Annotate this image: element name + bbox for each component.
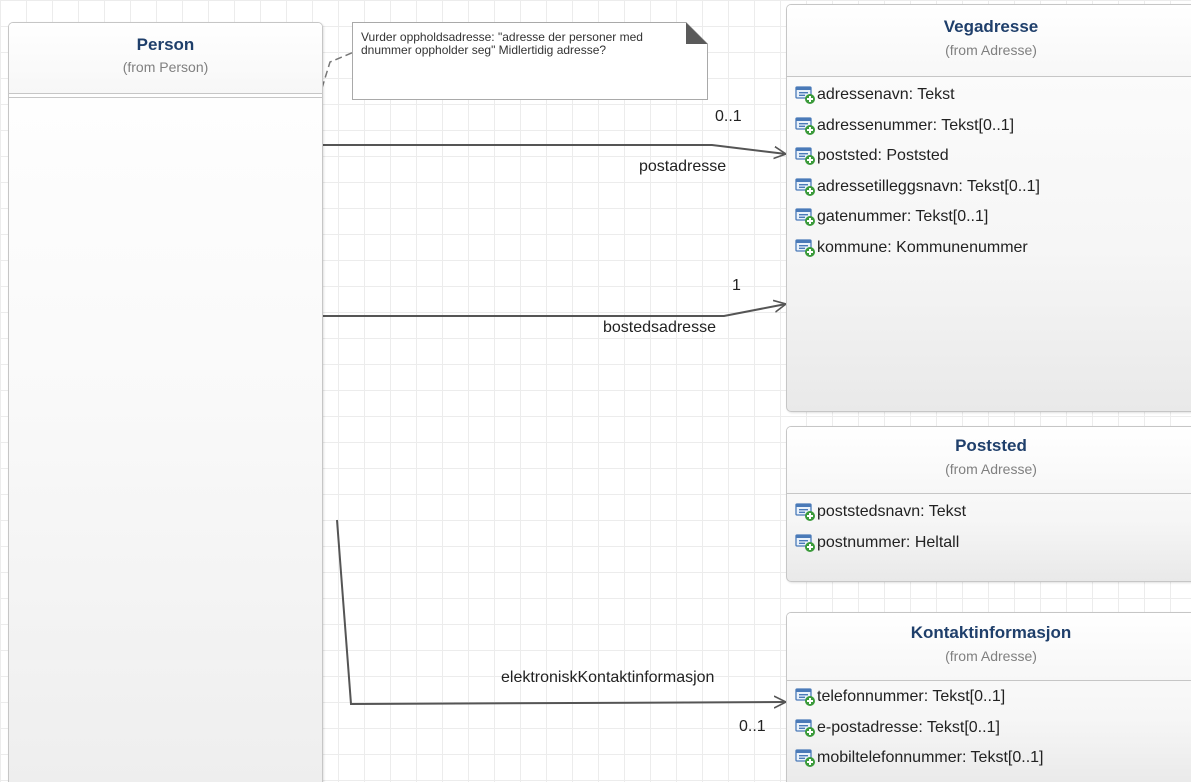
note-anchor-line	[321, 51, 355, 89]
attribute-text: kommune: Kommunenummer	[817, 238, 1028, 256]
attribute-public-icon	[795, 177, 816, 197]
bostedsadresse-multiplicity: 1	[732, 277, 741, 294]
kontaktinformasjon-class-name: Kontaktinformasjon	[910, 623, 1072, 642]
kontaktinformasjon-attribute-list: telefonnummer: Tekst[0..1] e-postadresse…	[787, 680, 1191, 774]
postadresse-association-line[interactable]	[320, 144, 786, 154]
vegadresse-attribute[interactable]: adressenummer: Tekst[0..1]	[787, 111, 1191, 142]
attribute-public-icon	[795, 533, 816, 553]
postadresse-multiplicity: 0..1	[715, 108, 742, 125]
poststed-class-package: (from Adresse)	[945, 461, 1037, 477]
attribute-text: adressenavn: Tekst	[817, 86, 955, 104]
attribute-text: adressenummer: Tekst[0..1]	[817, 116, 1015, 134]
vegadresse-attribute[interactable]: kommune: Kommunenummer	[787, 233, 1191, 264]
attribute-text: poststedsnavn: Tekst	[817, 503, 967, 521]
attribute-text: gatenummer: Tekst[0..1]	[817, 208, 989, 226]
person-attribute-compartment-divider	[9, 93, 322, 98]
attribute-public-icon	[795, 502, 816, 522]
vegadresse-attribute[interactable]: poststed: Poststed	[787, 141, 1191, 172]
kontaktinformasjon-class-box[interactable]: Kontaktinformasjon (from Adresse) telefo…	[786, 612, 1191, 782]
vegadresse-attribute[interactable]: adressetilleggsnavn: Tekst[0..1]	[787, 172, 1191, 203]
person-class-box[interactable]: Person (from Person)	[8, 22, 323, 782]
person-class-package: (from Person)	[122, 59, 209, 75]
vegadresse-class-package: (from Adresse)	[945, 42, 1037, 58]
attribute-text: telefonnummer: Tekst[0..1]	[817, 688, 1006, 706]
attribute-text: e-postadresse: Tekst[0..1]	[817, 718, 1000, 736]
attribute-text: mobiltelefonnummer: Tekst[0..1]	[817, 749, 1044, 767]
attribute-text: postnummer: Heltall	[817, 533, 960, 551]
kontaktinformasjon-class-header: Kontaktinformasjon (from Adresse)	[787, 613, 1191, 680]
kontakt-multiplicity: 0..1	[739, 718, 766, 735]
note-text: Vurder oppholdsadresse: "adresse der per…	[361, 30, 643, 57]
attribute-public-icon	[795, 207, 816, 227]
kontaktinformasjon-attribute[interactable]: telefonnummer: Tekst[0..1]	[787, 682, 1191, 713]
kontakt-role-label: elektroniskKontaktinformasjon	[501, 669, 715, 686]
person-class-header: Person (from Person)	[9, 23, 322, 93]
person-class-name: Person	[136, 35, 195, 54]
bostedsadresse-role-label: bostedsadresse	[603, 319, 716, 336]
attribute-public-icon	[795, 85, 816, 105]
attribute-text: adressetilleggsnavn: Tekst[0..1]	[817, 177, 1040, 195]
vegadresse-class-header: Vegadresse (from Adresse)	[787, 5, 1191, 76]
attribute-text: poststed: Poststed	[817, 147, 949, 165]
attribute-public-icon	[795, 718, 816, 738]
postadresse-role-label: postadresse	[639, 158, 727, 175]
poststed-class-name: Poststed	[955, 436, 1027, 455]
poststed-class-box[interactable]: Poststed (from Adresse) poststedsnavn: T…	[786, 426, 1191, 582]
bostedsadresse-association-line[interactable]	[320, 304, 786, 317]
kontaktinformasjon-attribute[interactable]: mobiltelefonnummer: Tekst[0..1]	[787, 743, 1191, 774]
vegadresse-class-box[interactable]: Vegadresse (from Adresse) adressenavn: T…	[786, 4, 1191, 412]
kontaktinformasjon-class-package: (from Adresse)	[945, 648, 1037, 664]
attribute-public-icon	[795, 116, 816, 136]
kontaktinformasjon-attribute[interactable]: e-postadresse: Tekst[0..1]	[787, 713, 1191, 744]
poststed-attribute[interactable]: poststedsnavn: Tekst	[787, 497, 1191, 528]
vegadresse-attribute[interactable]: adressenavn: Tekst	[787, 80, 1191, 111]
attribute-public-icon	[795, 146, 816, 166]
vegadresse-class-name: Vegadresse	[943, 17, 1039, 36]
note[interactable]: Vurder oppholdsadresse: "adresse der per…	[352, 22, 708, 100]
vegadresse-attribute[interactable]: gatenummer: Tekst[0..1]	[787, 202, 1191, 233]
attribute-public-icon	[795, 748, 816, 768]
attribute-public-icon	[795, 687, 816, 707]
poststed-attribute[interactable]: postnummer: Heltall	[787, 528, 1191, 559]
attribute-public-icon	[795, 238, 816, 258]
poststed-class-header: Poststed (from Adresse)	[787, 427, 1191, 493]
poststed-attribute-list: poststedsnavn: Tekst postnummer: Heltall	[787, 493, 1191, 558]
vegadresse-attribute-list: adressenavn: Tekst adressenummer: Tekst[…	[787, 76, 1191, 263]
